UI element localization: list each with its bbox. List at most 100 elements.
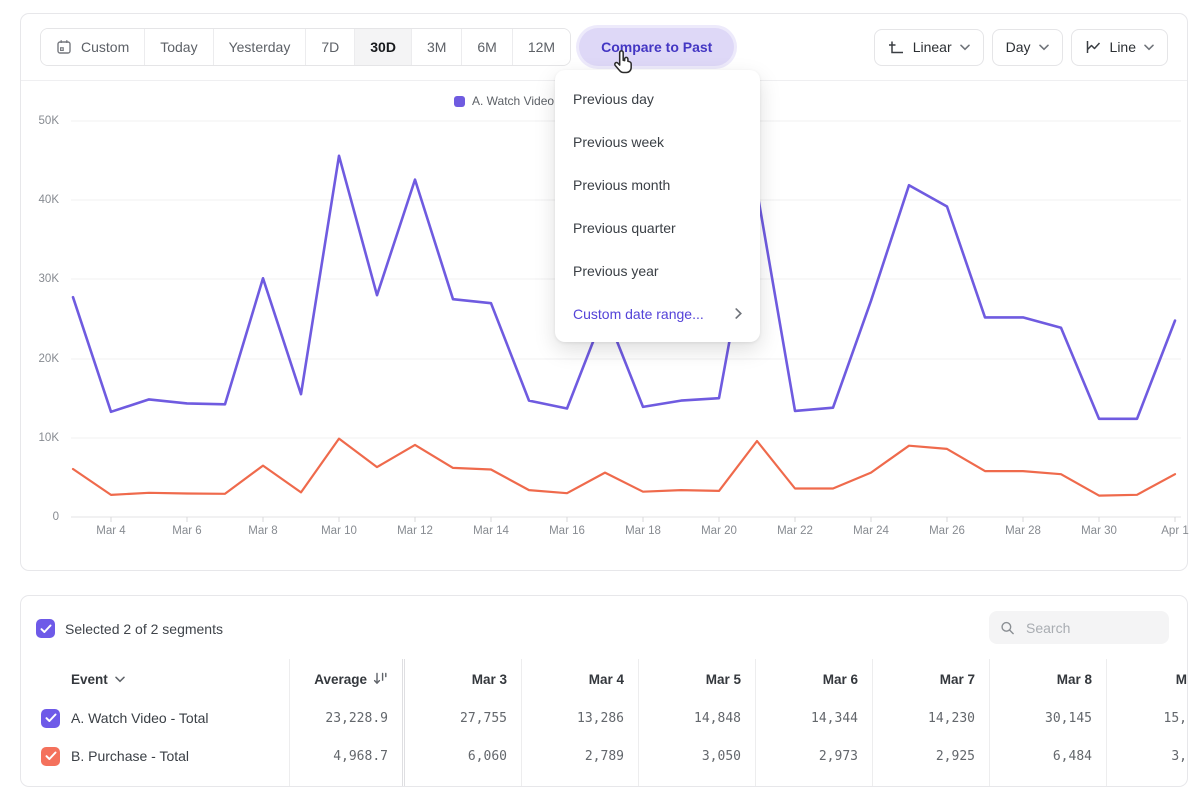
compare-to-past-button[interactable]: Compare to Past <box>579 28 734 66</box>
y-axis-tick: 50K <box>21 113 59 129</box>
cell-purchase-mar-3: 6,060 <box>405 737 521 775</box>
granularity-dropdown-button[interactable]: Day <box>992 29 1063 66</box>
x-axis-tick: Apr 1 <box>1137 525 1200 537</box>
day-column-header[interactable]: Mar 4 <box>522 659 638 699</box>
row-checkbox-watch-video[interactable] <box>41 709 60 728</box>
column-mar-3: Mar 3 27,755 6,060 <box>405 659 522 786</box>
x-axis-tick: Mar 4 <box>73 525 149 537</box>
cell-watch-video-mar-8: 30,145 <box>990 699 1106 737</box>
check-icon <box>40 624 52 634</box>
y-axis-tick: 20K <box>21 351 59 367</box>
menu-item-custom-date-range[interactable]: Custom date range... <box>555 292 760 335</box>
segment-label: B. Purchase - Total <box>71 748 189 764</box>
average-column-header[interactable]: Average <box>290 659 402 699</box>
cell-watch-video-mar-3: 27,755 <box>405 699 521 737</box>
menu-item-previous-month[interactable]: Previous month <box>555 163 760 206</box>
chevron-down-icon <box>115 676 125 683</box>
x-axis-tick: Mar 18 <box>605 525 681 537</box>
chevron-down-icon <box>960 44 970 51</box>
cell-purchase-mar-5: 3,050 <box>639 737 755 775</box>
x-axis-tick: Mar 16 <box>529 525 605 537</box>
cell-watch-video-mar-7: 14,230 <box>873 699 989 737</box>
menu-item-previous-day[interactable]: Previous day <box>555 77 760 120</box>
menu-item-previous-week[interactable]: Previous week <box>555 120 760 163</box>
chevron-right-icon <box>735 308 742 319</box>
row-checkbox-purchase[interactable] <box>41 747 60 766</box>
cell-watch-video-mar-6: 14,344 <box>756 699 872 737</box>
calendar-icon <box>56 39 72 55</box>
x-axis-tick: Mar 28 <box>985 525 1061 537</box>
chart-type-dropdown-button[interactable]: Line <box>1071 29 1168 66</box>
range-label: Custom <box>81 39 129 55</box>
check-icon <box>45 751 57 761</box>
line-chart-icon <box>1085 39 1102 55</box>
day-column-header[interactable]: Mar 5 <box>639 659 755 699</box>
menu-item-previous-quarter[interactable]: Previous quarter <box>555 206 760 249</box>
cell-purchase-mar-4: 2,789 <box>522 737 638 775</box>
menu-item-previous-year[interactable]: Previous year <box>555 249 760 292</box>
search-input[interactable] <box>1024 619 1158 637</box>
row-purchase-label: B. Purchase - Total <box>21 737 289 775</box>
x-axis-tick: Mar 24 <box>833 525 909 537</box>
legend-swatch-purple <box>454 96 465 107</box>
cell-average-purchase: 4,968.7 <box>290 737 402 775</box>
scale-dropdown-button[interactable]: Linear <box>874 29 984 66</box>
x-axis-tick: Mar 30 <box>1061 525 1137 537</box>
column-mar-7: Mar 7 14,230 2,925 <box>873 659 990 786</box>
column-average: Average 23,228.9 4,968.7 <box>290 659 405 786</box>
day-column-header[interactable]: M <box>1107 659 1188 699</box>
chevron-down-icon <box>1039 44 1049 51</box>
segments-card: Selected 2 of 2 segments Event A. Watch … <box>20 595 1188 787</box>
cell-average-watch-video: 23,228.9 <box>290 699 402 737</box>
column-event: Event A. Watch Video - Total B. Purchase… <box>21 659 290 786</box>
cell-watch-video-mar-9-clipped: 15, <box>1107 699 1188 737</box>
segment-label: A. Watch Video - Total <box>71 710 208 726</box>
x-axis-tick: Mar 20 <box>681 525 757 537</box>
linear-axis-icon <box>888 39 905 55</box>
cell-watch-video-mar-5: 14,848 <box>639 699 755 737</box>
range-today-button[interactable]: Today <box>144 29 212 65</box>
y-axis-tick: 10K <box>21 430 59 446</box>
cell-watch-video-mar-4: 13,286 <box>522 699 638 737</box>
day-column-header[interactable]: Mar 6 <box>756 659 872 699</box>
chevron-down-icon <box>1144 44 1154 51</box>
sort-descending-icon <box>373 672 388 686</box>
cell-purchase-mar-7: 2,925 <box>873 737 989 775</box>
range-3m-button[interactable]: 3M <box>411 29 461 65</box>
compare-to-past-menu: Previous day Previous week Previous mont… <box>555 70 760 342</box>
range-7d-button[interactable]: 7D <box>305 29 354 65</box>
select-all-checkbox[interactable] <box>36 619 55 638</box>
day-column-header[interactable]: Mar 3 <box>405 659 521 699</box>
range-custom-button[interactable]: Custom <box>41 29 144 65</box>
range-30d-button-selected[interactable]: 30D <box>354 29 411 65</box>
day-column-header[interactable]: Mar 8 <box>990 659 1106 699</box>
date-range-control: Custom Today Yesterday 7D 30D 3M 6M 12M <box>40 28 571 66</box>
range-6m-button[interactable]: 6M <box>461 29 511 65</box>
cell-purchase-mar-9-clipped: 3, <box>1107 737 1188 775</box>
y-axis-tick: 40K <box>21 192 59 208</box>
x-axis-tick: Mar 14 <box>453 525 529 537</box>
event-column-header[interactable]: Event <box>21 659 289 699</box>
x-axis-tick: Mar 10 <box>301 525 377 537</box>
x-axis-tick: Mar 26 <box>909 525 985 537</box>
day-column-header[interactable]: Mar 7 <box>873 659 989 699</box>
segments-table: Event A. Watch Video - Total B. Purchase… <box>21 659 1187 786</box>
cell-purchase-mar-6: 2,973 <box>756 737 872 775</box>
segments-search[interactable] <box>989 611 1169 644</box>
range-yesterday-button[interactable]: Yesterday <box>213 29 306 65</box>
cell-purchase-mar-8: 6,484 <box>990 737 1106 775</box>
series-line-purchase <box>73 439 1175 496</box>
chart-options-group: Linear Day Line <box>874 29 1168 66</box>
search-icon <box>1000 620 1015 636</box>
x-axis-tick: Mar 12 <box>377 525 453 537</box>
x-axis-tick: Mar 6 <box>149 525 225 537</box>
x-axis-tick: Mar 22 <box>757 525 833 537</box>
column-mar-9-clipped: M 15, 3, <box>1107 659 1188 786</box>
x-axis-tick: Mar 8 <box>225 525 301 537</box>
column-mar-4: Mar 4 13,286 2,789 <box>522 659 639 786</box>
column-mar-6: Mar 6 14,344 2,973 <box>756 659 873 786</box>
range-12m-button[interactable]: 12M <box>512 29 570 65</box>
row-watch-video-label: A. Watch Video - Total <box>21 699 289 737</box>
y-axis-tick: 0 <box>21 509 59 525</box>
column-mar-8: Mar 8 30,145 6,484 <box>990 659 1107 786</box>
